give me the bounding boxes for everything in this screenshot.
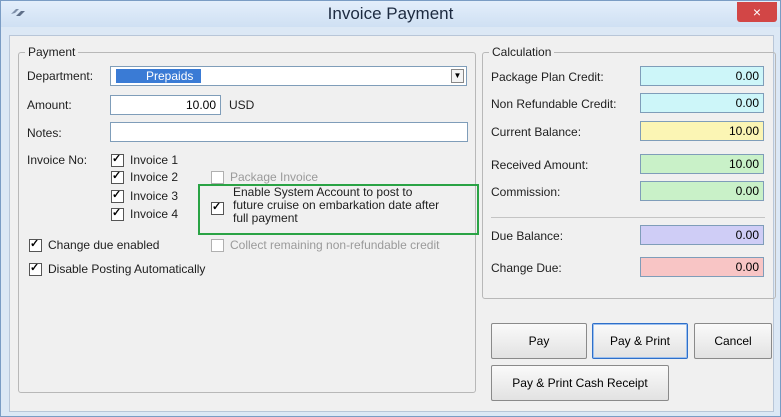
invoice-1-label: Invoice 1 — [130, 153, 179, 167]
change-due-enabled-checkbox[interactable]: Change due enabled — [29, 237, 160, 252]
window-title: Invoice Payment — [327, 4, 454, 23]
commission-field[interactable]: 0.00 — [640, 181, 764, 201]
collect-nonrefundable-label: Collect remaining non-refundable credit — [230, 238, 440, 252]
current-balance-label: Current Balance: — [491, 125, 582, 139]
invoice-4-label: Invoice 4 — [130, 207, 179, 221]
change-due-label: Change Due: — [491, 261, 562, 275]
invoice-1-checkbox[interactable]: Invoice 1 — [111, 152, 179, 167]
enable-system-account-label: Enable System Account to post to future … — [233, 185, 440, 225]
invoice-payment-window: Invoice Payment × Payment Department: Pr… — [0, 0, 781, 417]
checkbox-checked-icon — [111, 152, 124, 167]
invoice-2-checkbox[interactable]: Invoice 2 — [111, 169, 179, 184]
received-amount-label: Received Amount: — [491, 158, 589, 172]
calculation-legend: Calculation — [492, 45, 552, 59]
department-dropdown[interactable]: Prepaids ▼ — [110, 66, 467, 86]
commission-label: Commission: — [491, 185, 561, 199]
payment-legend: Payment — [28, 45, 76, 59]
title-bar[interactable]: Invoice Payment × — [1, 1, 780, 27]
checkbox-unchecked-icon — [211, 238, 224, 252]
amount-label: Amount: — [27, 98, 72, 112]
due-balance-field: 0.00 — [640, 225, 764, 245]
invoice-no-label: Invoice No: — [27, 153, 88, 167]
pay-button[interactable]: Pay — [491, 323, 587, 359]
notes-field[interactable] — [110, 122, 468, 142]
change-due-field: 0.00 — [640, 257, 764, 277]
chevron-down-icon[interactable]: ▼ — [451, 69, 464, 83]
department-label: Department: — [27, 69, 94, 83]
package-invoice-label: Package Invoice — [230, 170, 319, 184]
invoice-4-checkbox[interactable]: Invoice 4 — [111, 206, 179, 221]
package-plan-credit-label: Package Plan Credit: — [491, 70, 604, 84]
non-refundable-credit-field: 0.00 — [640, 93, 764, 113]
current-balance-field: 10.00 — [640, 121, 764, 141]
invoice-3-label: Invoice 3 — [130, 189, 179, 203]
collect-nonrefundable-checkbox[interactable]: Collect remaining non-refundable credit — [211, 238, 439, 252]
change-due-enabled-label: Change due enabled — [48, 238, 160, 252]
enable-system-account-checkbox[interactable] — [211, 200, 230, 215]
pay-print-cash-receipt-button[interactable]: Pay & Print Cash Receipt — [491, 365, 669, 401]
disable-posting-label: Disable Posting Automatically — [48, 262, 206, 276]
package-invoice-checkbox[interactable]: Package Invoice — [211, 170, 318, 184]
disable-posting-checkbox[interactable]: Disable Posting Automatically — [29, 261, 206, 276]
checkbox-checked-icon — [211, 200, 224, 215]
checkbox-unchecked-icon — [211, 170, 224, 184]
checkbox-checked-icon — [111, 169, 124, 184]
calculation-separator — [491, 217, 765, 218]
checkbox-checked-icon — [29, 237, 42, 252]
package-plan-credit-field: 0.00 — [640, 66, 764, 86]
due-balance-label: Due Balance: — [491, 229, 564, 243]
non-refundable-credit-label: Non Refundable Credit: — [491, 97, 617, 111]
close-button[interactable]: × — [737, 2, 777, 22]
checkbox-checked-icon — [111, 206, 124, 221]
checkbox-checked-icon — [111, 188, 124, 203]
cancel-button[interactable]: Cancel — [694, 323, 772, 359]
currency-label: USD — [229, 98, 255, 112]
invoice-2-label: Invoice 2 — [130, 170, 179, 184]
pay-print-button[interactable]: Pay & Print — [592, 323, 688, 359]
department-selected: Prepaids — [116, 69, 202, 83]
checkbox-checked-icon — [29, 261, 42, 276]
invoice-3-checkbox[interactable]: Invoice 3 — [111, 188, 179, 203]
notes-label: Notes: — [27, 126, 62, 140]
amount-field[interactable]: 10.00 — [110, 95, 221, 115]
received-amount-field[interactable]: 10.00 — [640, 154, 764, 174]
